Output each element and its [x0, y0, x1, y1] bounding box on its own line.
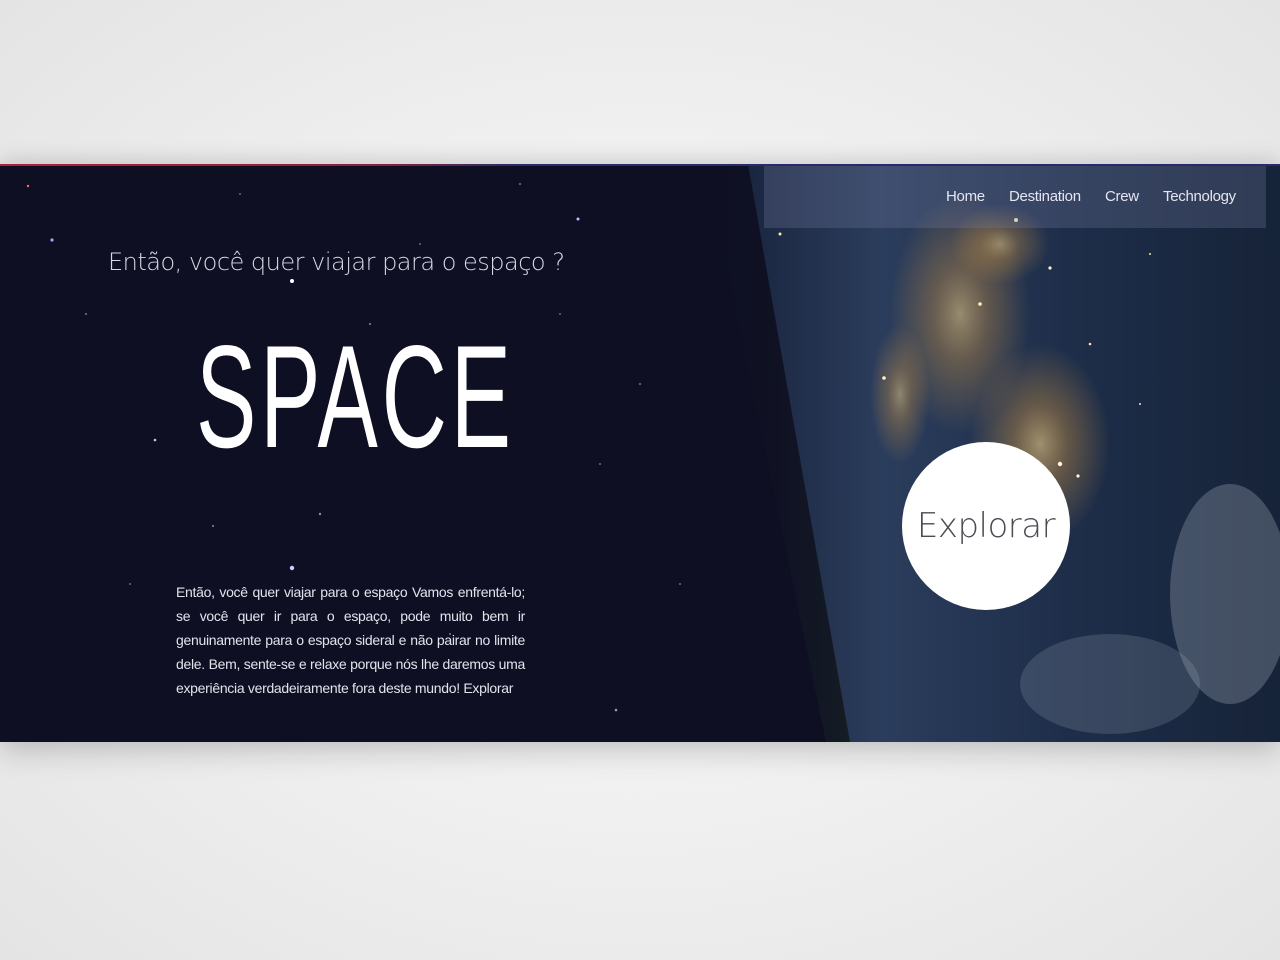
hero-title: SPACE	[196, 315, 515, 478]
explore-button[interactable]: Explorar	[902, 442, 1070, 610]
nav-item-crew[interactable]: Crew	[1105, 188, 1139, 205]
nav-item-destination[interactable]: Destination	[1009, 188, 1081, 205]
nav-item-technology[interactable]: Technology	[1163, 188, 1236, 205]
nav-item-home[interactable]: Home	[946, 188, 985, 205]
hero-section: Home Destination Crew Technology Então, …	[0, 164, 1280, 742]
hero-description: Então, você quer viajar para o espaço Va…	[176, 584, 525, 696]
main-navigation: Home Destination Crew Technology	[764, 166, 1266, 228]
explore-button-label: Explorar	[916, 506, 1056, 546]
hero-subtitle: Então, você quer viajar para o espaço ?	[108, 248, 565, 276]
